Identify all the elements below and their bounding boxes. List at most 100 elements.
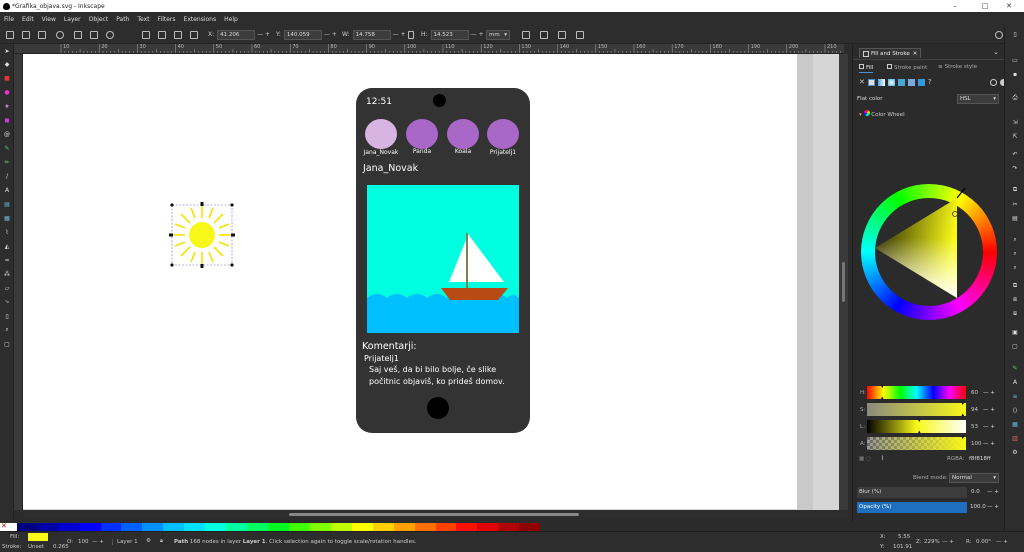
menu-view[interactable]: View (42, 16, 56, 23)
no-paint-swatch[interactable]: ✕ (0, 522, 17, 531)
color-model-select[interactable]: HSL ▾ (957, 94, 999, 104)
color-palette[interactable]: ✕ (0, 522, 541, 531)
vertical-scrollbar[interactable] (839, 54, 848, 510)
scale-corners-icon[interactable] (540, 29, 548, 40)
lightness-stepper[interactable]: — + (983, 424, 995, 430)
h-stepper[interactable]: — + (471, 31, 484, 38)
fill-rule-evenodd-icon[interactable] (989, 78, 997, 86)
hue-value[interactable]: 60 (971, 390, 978, 396)
rotation-stepper[interactable]: — + (996, 539, 1008, 545)
subtab-fill[interactable]: Fill (859, 64, 874, 73)
open-file-icon[interactable]: ▭ (1011, 56, 1019, 64)
alpha-stepper[interactable]: — + (983, 441, 995, 447)
move-gradients-icon[interactable] (558, 29, 566, 40)
undo-icon[interactable]: ↶ (1011, 150, 1019, 158)
spray-tool-icon[interactable]: ⁂ (3, 270, 11, 278)
align-dialog-icon[interactable]: ▦ (1011, 420, 1019, 428)
story-avatar[interactable] (487, 119, 519, 149)
linear-gradient-icon[interactable] (877, 78, 885, 86)
menu-text[interactable]: Text (137, 16, 149, 23)
menu-edit[interactable]: Edit (22, 16, 34, 23)
zoom-field[interactable]: 229% (924, 539, 940, 545)
lightness-value[interactable]: 53 (971, 424, 978, 430)
cut-icon[interactable]: ✂ (1011, 200, 1019, 208)
color-wheel[interactable] (861, 184, 997, 320)
canvas[interactable]: 12:51 Jana_Novak Panda Koala Prijatelj1 … (23, 54, 839, 510)
snap-toggle-icon[interactable] (995, 29, 1003, 40)
opacity-panel-stepper[interactable]: — + (987, 504, 999, 510)
preferences-icon[interactable]: ⚙ (1011, 448, 1019, 456)
redo-icon[interactable]: ↷ (1011, 164, 1019, 172)
post-image[interactable] (367, 185, 519, 333)
paste-icon[interactable]: ▤ (1011, 214, 1019, 222)
lightness-slider[interactable]: ▾ ▴ (867, 418, 966, 435)
menu-extensions[interactable]: Extensions (184, 16, 217, 23)
lower-icon[interactable] (174, 29, 182, 40)
mesh-tool-icon[interactable]: ▦ (3, 214, 11, 222)
story-avatar[interactable] (406, 119, 438, 149)
save-icon[interactable]: ▪ (1011, 70, 1019, 78)
layer-indicator[interactable]: Layer 1 (112, 539, 138, 545)
export-icon[interactable]: ⇱ (1011, 132, 1019, 140)
x-field[interactable]: 41.206 (217, 29, 256, 40)
vertical-ruler[interactable] (14, 54, 23, 510)
3d-box-tool-icon[interactable]: ◼ (3, 116, 11, 124)
deselect-icon[interactable] (38, 29, 46, 40)
calligraphy-tool-icon[interactable]: / (3, 172, 11, 180)
print-icon[interactable]: ⎙ (1011, 94, 1019, 102)
opacity-value[interactable]: 100.0 (970, 504, 986, 510)
spiral-tool-icon[interactable]: @ (3, 130, 11, 138)
unit-select[interactable]: mm ▾ (486, 29, 510, 40)
node-tool-icon[interactable]: ◆ (3, 60, 11, 68)
lower-to-bottom-icon[interactable] (190, 29, 198, 40)
document-properties-icon[interactable]: ▥ (1011, 434, 1019, 442)
flip-horizontal-icon[interactable] (74, 29, 82, 40)
xml-editor-icon[interactable]: ⟨⟩ (1011, 406, 1019, 414)
eyedropper-icon[interactable]: ⌇ (881, 455, 884, 462)
stroke-value[interactable]: Unset (28, 544, 44, 550)
hue-slider[interactable]: ▾ ▴ (867, 384, 966, 401)
zoom-stepper[interactable]: — + (942, 539, 954, 545)
fill-stroke-dialog-icon[interactable]: ✎ (1011, 364, 1019, 372)
opacity-stepper[interactable]: — + (92, 539, 104, 545)
saturation-value[interactable]: 94 (971, 407, 978, 413)
saturation-slider[interactable]: ▾ ▴ (867, 401, 966, 418)
fill-swatch[interactable] (28, 533, 48, 541)
layer-visibility-icon[interactable]: ⚙ (146, 538, 151, 544)
select-all-icon[interactable] (6, 29, 14, 40)
pencil-tool-icon[interactable]: ✏ (3, 158, 11, 166)
subtab-stroke-paint[interactable]: Stroke paint (887, 64, 927, 71)
layers-dialog-icon[interactable]: ≡ (1011, 392, 1019, 400)
saturation-stepper[interactable]: — + (983, 407, 995, 413)
opacity-field[interactable]: 100 (78, 539, 89, 545)
zoom-page-icon[interactable]: ⌕ (1011, 264, 1019, 272)
unset-paint-icon[interactable]: ? (928, 78, 932, 86)
story-avatar[interactable] (447, 119, 479, 149)
phone-mockup[interactable]: 12:51 Jana_Novak Panda Koala Prijatelj1 … (356, 88, 530, 433)
lock-ratio-icon[interactable] (408, 29, 414, 40)
alpha-slider[interactable]: ▾ (867, 435, 966, 450)
opacity-slider[interactable]: Opacity (%) (857, 502, 967, 513)
pages-tool-icon[interactable]: ▢ (3, 340, 11, 348)
color-triangle[interactable] (861, 184, 997, 320)
scrollbar-thumb[interactable] (842, 262, 845, 302)
zoom-tool-icon[interactable]: ⌕ (3, 326, 11, 334)
phone-home-button[interactable] (427, 397, 449, 419)
swatch-icon[interactable] (917, 78, 925, 86)
rotate-cw-icon[interactable] (106, 29, 114, 40)
scale-stroke-icon[interactable] (522, 29, 530, 40)
x-stepper[interactable]: — + (257, 31, 270, 38)
mesh-gradient-icon[interactable] (897, 78, 905, 86)
close-tab-icon[interactable]: ✕ (913, 51, 918, 57)
flip-vertical-icon[interactable] (90, 29, 98, 40)
paint-bucket-tool-icon[interactable]: ◭ (3, 242, 11, 250)
ungroup-icon[interactable]: ▢ (1011, 342, 1019, 350)
zoom-drawing-icon[interactable]: ⌕ (1011, 250, 1019, 258)
blur-value[interactable]: 0.0 (971, 489, 980, 495)
alpha-value[interactable]: 100 (971, 441, 982, 447)
rgba-field[interactable]: f8f818ff (969, 456, 991, 462)
height-field[interactable]: 14.523 (430, 29, 469, 40)
unlink-clone-icon[interactable]: ⧇ (1011, 310, 1019, 318)
clone-icon[interactable]: ⧈ (1011, 296, 1019, 304)
select-all-layers-icon[interactable] (22, 29, 30, 40)
